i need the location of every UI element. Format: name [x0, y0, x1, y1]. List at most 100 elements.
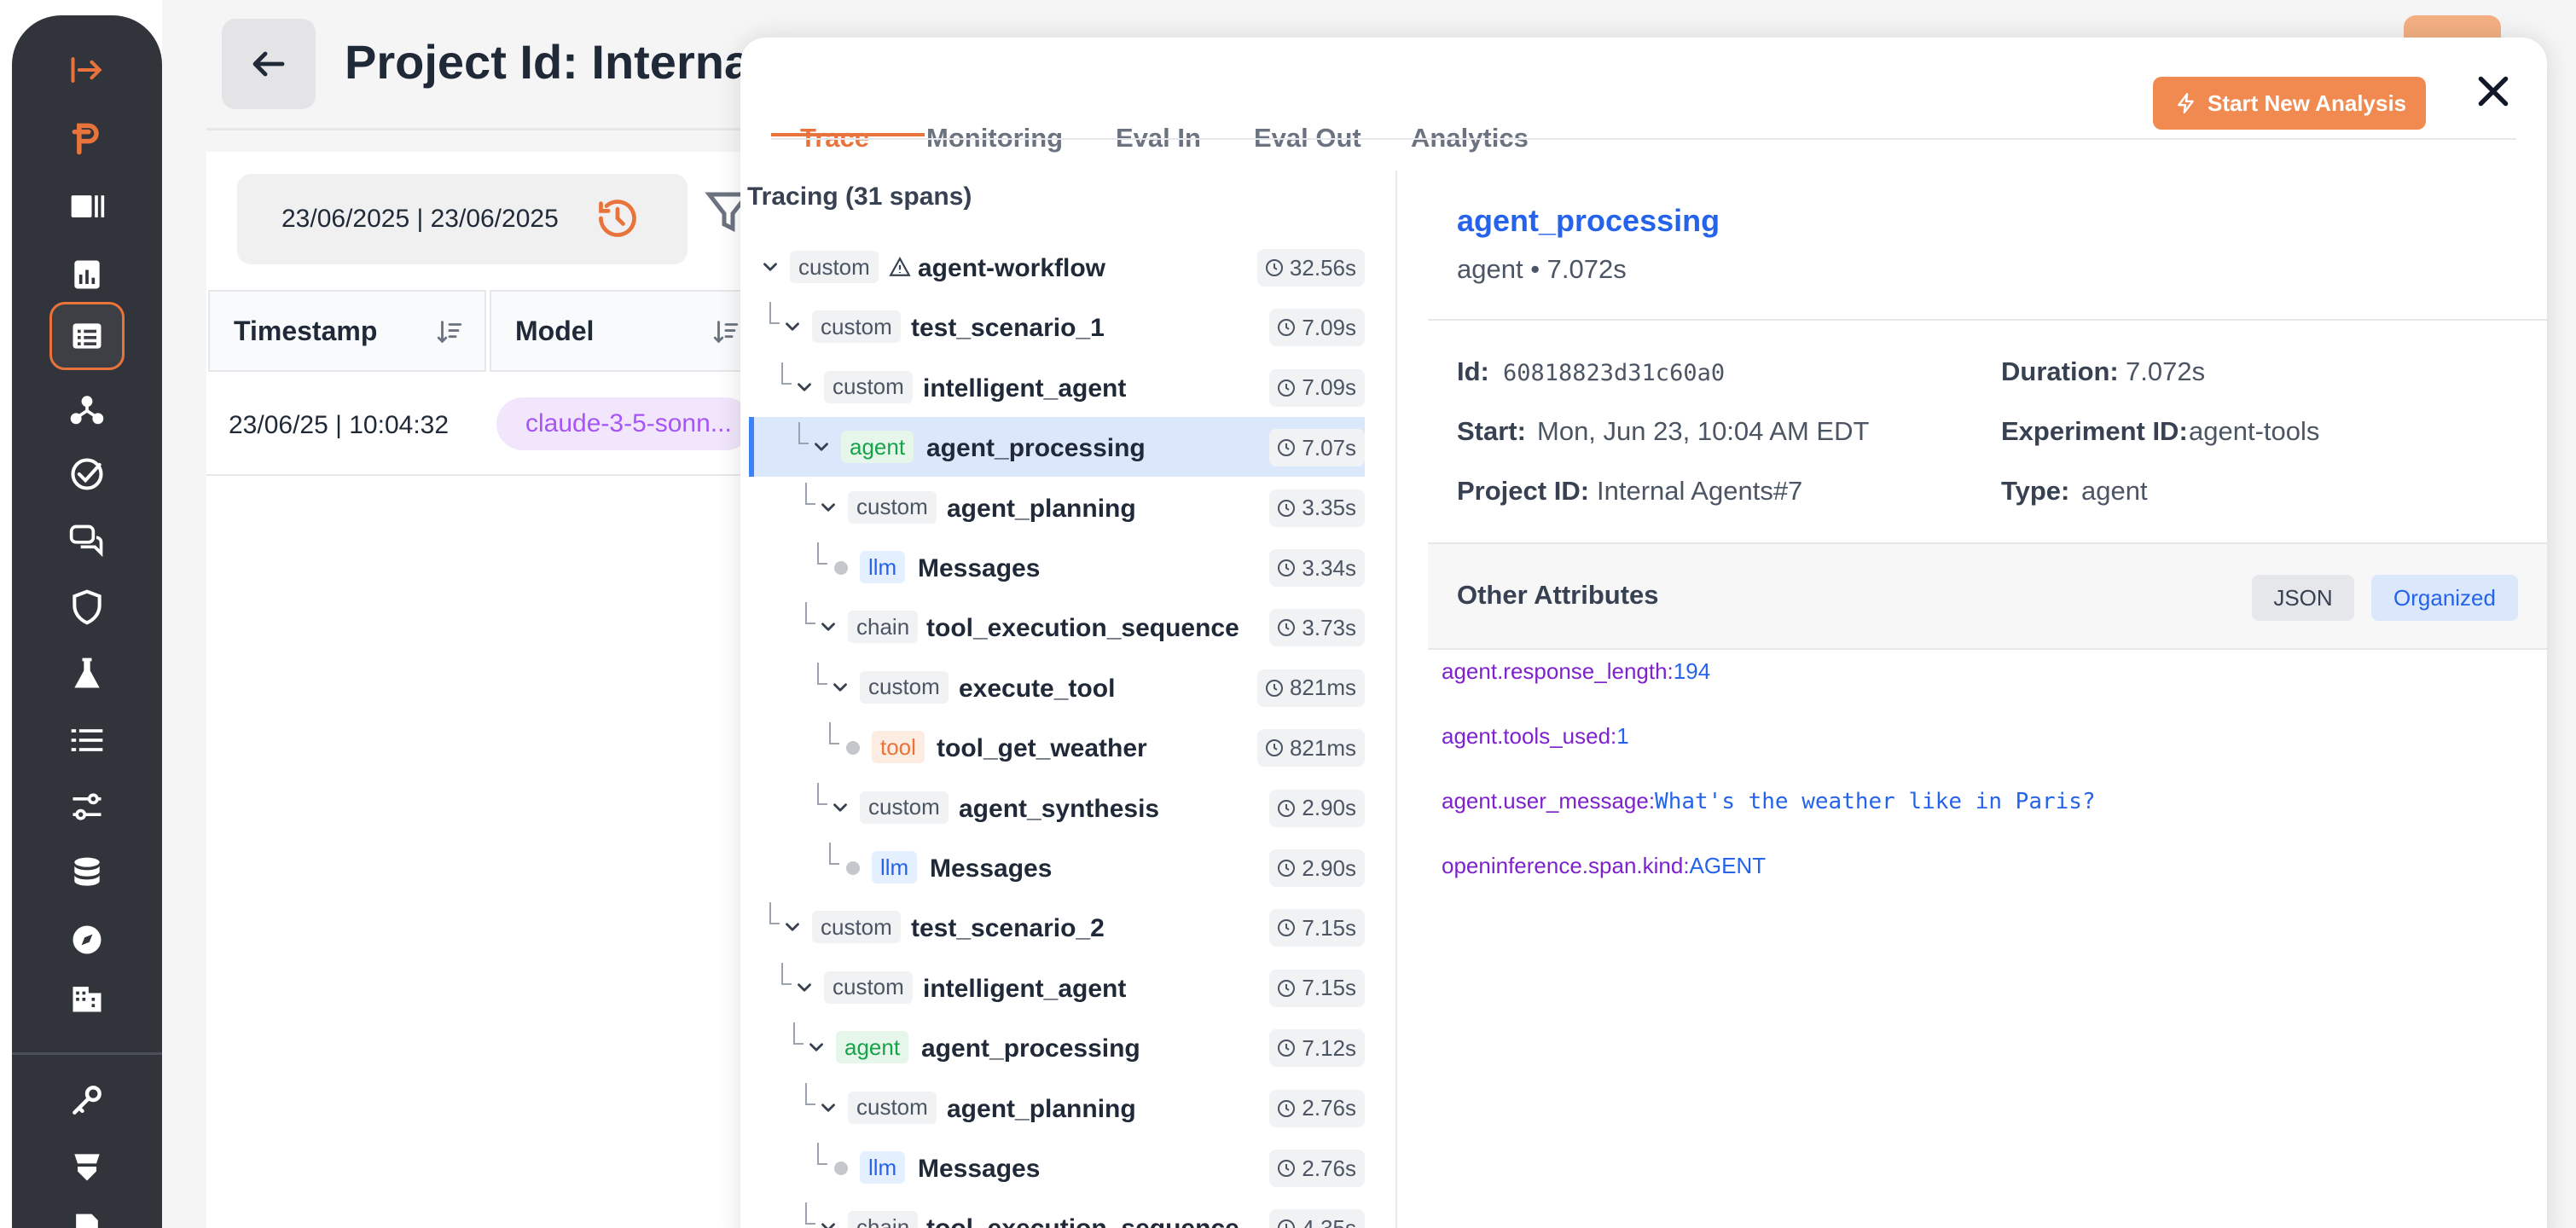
span-duration-text: 7.15s [1302, 914, 1356, 941]
span-row[interactable]: chain tool_execution_sequence 4.35s [749, 1197, 1365, 1228]
list-icon[interactable] [49, 710, 125, 771]
clock-icon [1278, 979, 1296, 997]
chevron-down-icon[interactable] [817, 1216, 839, 1228]
tree-connector [805, 482, 815, 505]
chevron-down-icon[interactable] [817, 496, 839, 518]
attribute-row: openinference.span.kind:AGENT [1442, 853, 1766, 879]
chart-icon[interactable] [49, 244, 125, 305]
shield-icon[interactable] [49, 576, 125, 638]
span-type-badge: custom [824, 370, 913, 403]
warning-icon [889, 257, 911, 276]
span-row[interactable]: custom execute_tool 821ms [749, 657, 1365, 717]
chevron-down-icon[interactable] [759, 256, 781, 278]
document-icon[interactable] [49, 1199, 125, 1228]
filter-badge-icon[interactable] [49, 1136, 125, 1197]
history-clock-icon[interactable] [595, 196, 640, 240]
sliders-icon[interactable] [49, 776, 125, 837]
start-new-analysis-button[interactable]: Start New Analysis [2153, 77, 2426, 130]
span-row[interactable]: agent agent_processing 7.07s [749, 417, 1365, 478]
span-duration-text: 2.90s [1302, 854, 1356, 881]
other-attributes-title: Other Attributes [1457, 580, 1659, 610]
chevron-down-icon[interactable] [793, 376, 815, 398]
view-organized-button[interactable]: Organized [2371, 575, 2518, 621]
span-duration-text: 3.35s [1302, 495, 1356, 521]
clock-icon [1265, 259, 1283, 276]
span-type-badge: custom [848, 1091, 937, 1124]
span-duration-badge: 7.07s [1269, 429, 1365, 467]
chevron-down-icon[interactable] [805, 1036, 827, 1058]
key-icon[interactable] [49, 1069, 125, 1131]
database-icon[interactable] [49, 843, 125, 904]
chevron-down-icon[interactable] [793, 976, 815, 999]
span-row[interactable]: custom intelligent_agent 7.15s [749, 958, 1365, 1017]
span-duration-text: 821ms [1289, 675, 1356, 701]
model-badge: claude-3-5-sonn... [496, 397, 752, 450]
compass-icon[interactable] [49, 909, 125, 970]
chevron-down-icon[interactable] [829, 676, 851, 698]
span-row[interactable]: custom agent-workflow 32.56s [749, 237, 1365, 297]
clock-icon [1278, 1160, 1296, 1177]
view-json-button[interactable]: JSON [2252, 575, 2354, 621]
close-icon[interactable] [2472, 70, 2515, 113]
back-button[interactable] [222, 19, 316, 109]
page-title: Project Id: Internal / [345, 35, 791, 89]
tree-connector [769, 302, 780, 325]
span-duration-badge: 4.35s [1269, 1209, 1365, 1228]
span-duration-text: 3.34s [1302, 554, 1356, 581]
span-type-badge: llm [860, 551, 906, 583]
project-id-value: Internal Agents#7 [1597, 476, 1803, 506]
span-duration-badge: 3.35s [1269, 489, 1365, 527]
span-row[interactable]: custom test_scenario_1 7.09s [749, 297, 1365, 356]
traces-icon[interactable] [49, 302, 125, 370]
detail-divider [1428, 319, 2547, 321]
span-row[interactable]: custom agent_planning 3.35s [749, 478, 1365, 537]
span-row[interactable]: tool tool_get_weather 821ms [749, 717, 1365, 777]
span-name: agent_processing [921, 1034, 1140, 1063]
span-type-badge: tool [872, 731, 925, 764]
building-icon[interactable] [49, 967, 125, 1028]
attribute-row: agent.tools_used:1 [1442, 723, 1629, 750]
tree-connector [817, 542, 827, 565]
span-row[interactable]: custom intelligent_agent 7.09s [749, 357, 1365, 417]
column-header-model[interactable]: Model [490, 290, 763, 372]
span-row[interactable]: custom agent_planning 2.76s [749, 1078, 1365, 1138]
chevron-down-icon[interactable] [817, 1097, 839, 1119]
sort-icon[interactable] [435, 317, 464, 346]
chevron-down-icon[interactable] [781, 916, 804, 938]
date-range-picker[interactable]: 23/06/2025 | 23/06/2025 [237, 174, 688, 264]
span-type-badge: custom [812, 911, 901, 944]
tree-connector [817, 782, 827, 805]
check-circle-icon[interactable] [49, 443, 125, 505]
clock-icon [1278, 559, 1296, 576]
span-row[interactable]: chain tool_execution_sequence 3.73s [749, 597, 1365, 657]
sort-icon[interactable] [711, 317, 740, 346]
header-divider [206, 128, 804, 130]
clock-icon [1278, 619, 1296, 637]
span-duration-text: 7.12s [1302, 1034, 1356, 1061]
span-type-badge: chain [848, 611, 919, 644]
span-name: tool_execution_sequence [926, 614, 1239, 643]
span-type-badge: agent [836, 1031, 909, 1064]
chevron-down-icon[interactable] [817, 616, 839, 638]
span-duration-badge: 32.56s [1256, 249, 1365, 287]
experiment-id-value: agent-tools [2189, 416, 2320, 446]
chevron-down-icon[interactable] [781, 316, 804, 338]
lab-flask-icon[interactable] [49, 643, 125, 704]
chevron-down-icon[interactable] [810, 436, 833, 458]
chat-icon[interactable] [49, 510, 125, 571]
logo-icon[interactable] [49, 107, 125, 169]
span-row[interactable]: llm Messages 2.76s [749, 1138, 1365, 1197]
span-row[interactable]: custom test_scenario_2 7.15s [749, 897, 1365, 957]
span-duration-text: 2.76s [1302, 1155, 1356, 1181]
span-row[interactable]: custom agent_synthesis 2.90s [749, 778, 1365, 837]
graph-icon[interactable] [49, 377, 125, 438]
span-row[interactable]: agent agent_processing 7.12s [749, 1017, 1365, 1077]
attribute-row: agent.user_message:What's the weather li… [1442, 788, 2096, 814]
column-header-timestamp[interactable]: Timestamp [208, 290, 486, 372]
chevron-down-icon[interactable] [829, 796, 851, 819]
span-row[interactable]: llm Messages 2.90s [749, 837, 1365, 897]
dashboard-icon[interactable] [49, 176, 125, 237]
span-duration-badge: 7.09s [1269, 368, 1365, 407]
collapse-arrow-icon[interactable] [49, 39, 125, 101]
span-row[interactable]: llm Messages 3.34s [749, 537, 1365, 597]
